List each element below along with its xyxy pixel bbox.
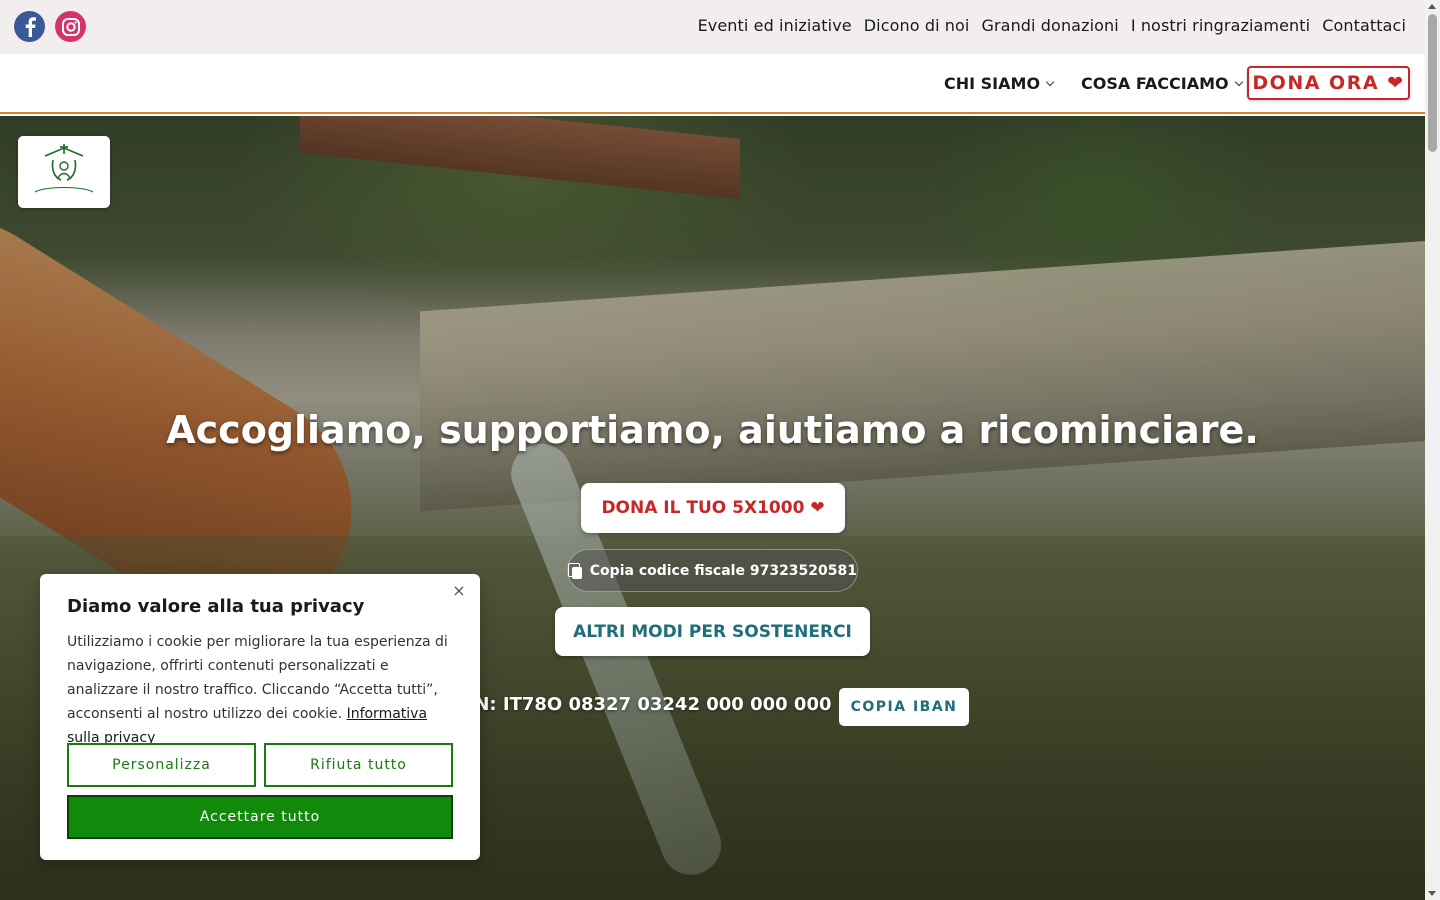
facebook-icon[interactable]: [14, 11, 45, 42]
nav-cosa-facciamo-label: COSA FACCIAMO: [1081, 74, 1229, 93]
personalizza-button[interactable]: Personalizza: [67, 743, 256, 787]
scroll-up-icon[interactable]: [1428, 4, 1436, 9]
copy-codice-fiscale-button[interactable]: Copia codice fiscale 97323520581: [567, 549, 858, 592]
top-link-dicono[interactable]: Dicono di noi: [864, 16, 970, 35]
top-links: Eventi ed iniziative Dicono di noi Grand…: [698, 16, 1406, 35]
main-nav: CHI SIAMO COSA FACCIAMO DONA ORA ❤: [0, 54, 1425, 114]
cookie-title: Diamo valore alla tua privacy: [67, 596, 365, 617]
top-link-grandi-donazioni[interactable]: Grandi donazioni: [981, 16, 1118, 35]
copy-icon: [568, 562, 582, 579]
iban-text: IBAN: IT78O 08327 03242 000 000 000 588: [440, 694, 876, 715]
nav-chi-siamo[interactable]: CHI SIAMO: [944, 74, 1055, 93]
accetta-tutto-button[interactable]: Accettare tutto: [67, 795, 453, 839]
dona-ora-button[interactable]: DONA ORA ❤: [1247, 66, 1410, 100]
top-link-eventi[interactable]: Eventi ed iniziative: [698, 16, 852, 35]
page-scrollbar[interactable]: [1425, 0, 1440, 900]
nav-cosa-facciamo[interactable]: COSA FACCIAMO: [1081, 74, 1243, 93]
scroll-thumb[interactable]: [1428, 14, 1437, 152]
instagram-icon[interactable]: [55, 11, 86, 42]
copy-codice-fiscale-label: Copia codice fiscale 97323520581: [589, 562, 857, 579]
dona-5x1000-button[interactable]: DONA IL TUO 5X1000 ❤: [581, 483, 845, 533]
top-link-ringraziamenti[interactable]: I nostri ringraziamenti: [1131, 16, 1310, 35]
nav-chi-siamo-label: CHI SIAMO: [944, 74, 1041, 93]
cookie-text: Utilizziamo i cookie per migliorare la t…: [67, 630, 457, 750]
hero-headline: Accogliamo, supportiamo, aiutiamo a rico…: [166, 408, 1259, 452]
top-bar: Eventi ed iniziative Dicono di noi Grand…: [0, 0, 1425, 54]
rifiuta-tutto-button[interactable]: Rifiuta tutto: [264, 743, 453, 787]
close-icon[interactable]: ×: [452, 583, 466, 599]
top-link-contattaci[interactable]: Contattaci: [1322, 16, 1406, 35]
cookie-banner: × Diamo valore alla tua privacy Utilizzi…: [40, 574, 480, 860]
chevron-down-icon: [1234, 77, 1243, 86]
scroll-down-icon[interactable]: [1428, 891, 1436, 896]
copy-iban-button[interactable]: COPIA IBAN: [839, 688, 969, 726]
site-logo[interactable]: [18, 136, 110, 208]
altri-modi-button[interactable]: ALTRI MODI PER SOSTENERCI: [555, 607, 870, 656]
chevron-down-icon: [1045, 77, 1055, 86]
